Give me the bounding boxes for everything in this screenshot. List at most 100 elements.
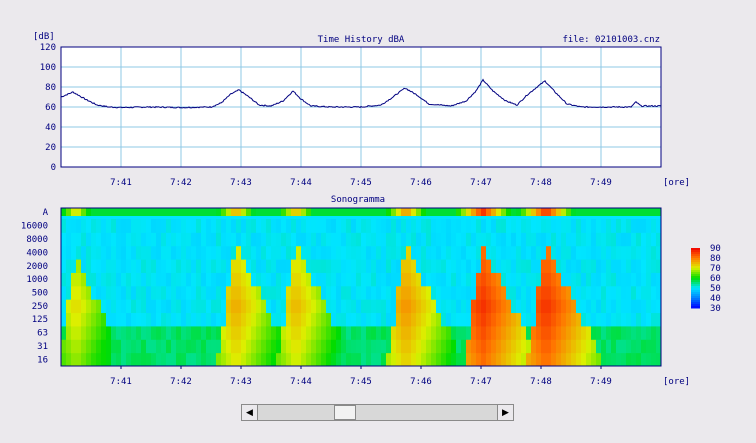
sonogram-cell [231, 339, 237, 354]
sonogram-cell [181, 245, 187, 260]
sonogram-cell [91, 259, 97, 273]
sonogram-cell [116, 285, 122, 300]
sonogram-cell [151, 219, 157, 233]
sonogram-cell [251, 232, 257, 247]
sonogram-cell [326, 325, 332, 340]
sonogram-cell [371, 259, 377, 273]
sonogram-cell [621, 312, 627, 327]
sonogram-cell [181, 272, 187, 287]
sonogram-cell [96, 352, 102, 367]
sonogram-cell [196, 325, 202, 340]
sonogram-cell [531, 352, 537, 367]
sonogram-cell [566, 245, 572, 260]
sonogram-cell [476, 285, 482, 300]
scroll-thumb[interactable] [334, 405, 356, 420]
sonogram-cell [496, 219, 502, 233]
sonogram-cell [136, 325, 142, 340]
sonogram-cell [416, 299, 422, 314]
sonogram-cell [621, 325, 627, 340]
sonogram-cell [541, 232, 547, 247]
scroll-right-button[interactable]: ▶ [497, 405, 513, 420]
sonogram-cell [326, 339, 332, 354]
sonogram-cell [206, 285, 212, 300]
sonogram-cell [596, 299, 602, 314]
sonogram-cell [531, 312, 537, 327]
sonogram-cell [566, 352, 572, 367]
sonogram-cell [646, 339, 652, 354]
sonogram-cell [426, 272, 432, 287]
sonogram-cell [141, 259, 147, 273]
sonogram-cell [501, 339, 507, 354]
sonogram-cell [281, 219, 287, 233]
sonogram-cell [256, 272, 262, 287]
sonogram-cell [561, 299, 567, 314]
sonogram-cell [111, 325, 117, 340]
sonogram-cell [236, 352, 242, 367]
sonogram-cell [641, 352, 647, 367]
sonogram-cell [106, 352, 112, 367]
sonogram-cell [161, 219, 167, 233]
sonogram-cell [521, 339, 527, 354]
sonogram-cell [231, 259, 237, 273]
sonogram-cell [326, 219, 332, 233]
charts-canvas: [dB] Time History dBA file: 02101003.cnz… [21, 32, 721, 387]
sonogram-cell [281, 312, 287, 327]
sonogram-cell [496, 339, 502, 354]
sonogram-cell [546, 325, 552, 340]
sonogram-cell [76, 325, 82, 340]
sonogram-cell [646, 299, 652, 314]
sonogram-cell [206, 352, 212, 367]
sonogram-cell [66, 352, 72, 367]
sonogram-cell [306, 259, 312, 273]
sonogram-cell [346, 219, 352, 233]
sonogram-cell [81, 299, 87, 314]
sonogram-cell [601, 285, 607, 300]
sonogram-cell [511, 299, 517, 314]
sonogram-cell [346, 339, 352, 354]
sonogram-cell [436, 219, 442, 233]
sonogram-cell [341, 325, 347, 340]
sonogram-cell-a [496, 208, 502, 216]
sonogram-cell [176, 325, 182, 340]
sonogram-cell [201, 285, 207, 300]
sonogram-cell [386, 272, 392, 287]
sonogram-cell [356, 299, 362, 314]
sonogram-cell [441, 232, 447, 247]
time-scrollbar[interactable]: ◀ ▶ [241, 404, 514, 421]
sonogram-cell [196, 299, 202, 314]
sonogram-cell-a [586, 208, 592, 216]
sonogram-cell [596, 245, 602, 260]
sonogram-cell [481, 272, 487, 287]
sonogram-cell [116, 352, 122, 367]
sonogram-cell [506, 232, 512, 247]
sonogram-cell [61, 352, 67, 367]
sonogram-cell [416, 339, 422, 354]
sonogram-cell [566, 339, 572, 354]
sonogram-cell [461, 352, 467, 367]
sonogram-cell [381, 245, 387, 260]
sonogram-cell [161, 325, 167, 340]
sonogram-cell [281, 299, 287, 314]
sonogram-cell [581, 312, 587, 327]
sonogram-cell [186, 285, 192, 300]
sonogram-band-label: 8000 [26, 235, 48, 245]
sonogram-cell [371, 339, 377, 354]
sonogram-cell [546, 285, 552, 300]
sonogram-cell [486, 352, 492, 367]
sonogram-cell [106, 285, 112, 300]
scroll-left-button[interactable]: ◀ [242, 405, 258, 420]
sonogram-cell [456, 299, 462, 314]
sonogram-cell [211, 272, 217, 287]
sonogram-cell [486, 232, 492, 247]
sonogram-cell [381, 232, 387, 247]
sonogram-cell [461, 325, 467, 340]
sonogram-cell [241, 272, 247, 287]
sonogram-cell [316, 352, 322, 367]
sonogram-cell [506, 325, 512, 340]
sonogram-cell [541, 325, 547, 340]
sonogram-cell [501, 299, 507, 314]
sonogram-cell [616, 352, 622, 367]
sonogram-cell [181, 232, 187, 247]
sonogram-cell [431, 339, 437, 354]
sonogram-cell [376, 245, 382, 260]
